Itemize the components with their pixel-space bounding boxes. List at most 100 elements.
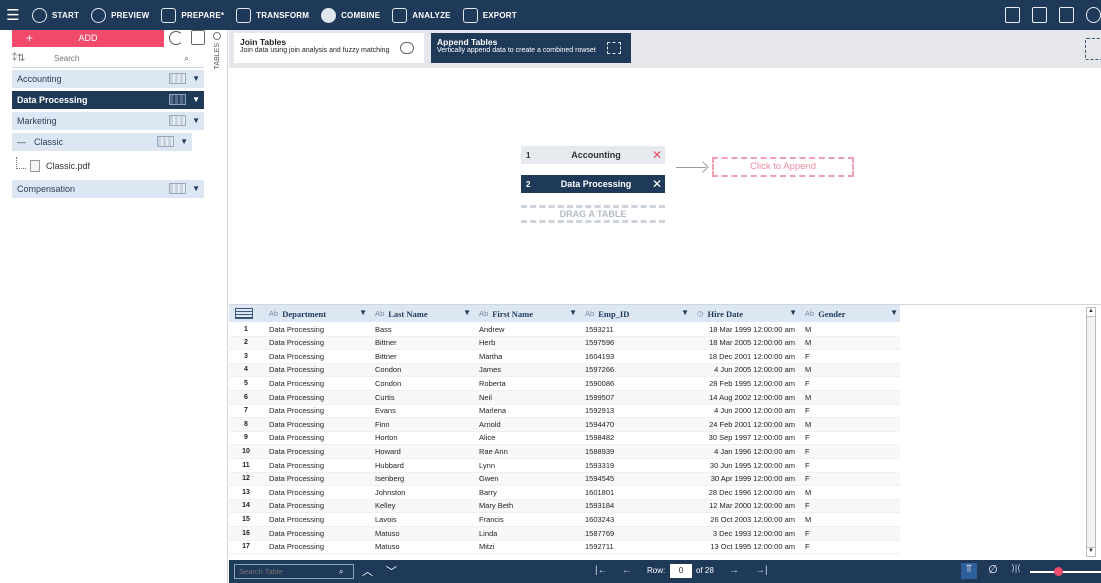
table-cell[interactable]: M (799, 336, 900, 350)
chevron-up-icon[interactable]: ︿ (362, 563, 373, 579)
table-cell[interactable]: 1592913 (579, 404, 691, 418)
table-row[interactable]: 1 Data Processing Bass Andrew 1593211 18 Mar … (229, 323, 900, 337)
chevron-down-icon[interactable]: ▼ (192, 95, 200, 104)
table-cell[interactable]: M (799, 418, 900, 432)
tables-search-input[interactable] (54, 54, 184, 63)
search-icon[interactable]: ⌕ (339, 567, 343, 577)
table-row[interactable]: 15 Data Processing Lavois Francis 1603243 26 … (229, 513, 900, 527)
table-cell[interactable]: Bittner (369, 336, 473, 350)
table-row[interactable]: 13 Data Processing Johnston Barry 1601801 28 … (229, 486, 900, 500)
append-table-1[interactable]: 1 Accounting ✕ (521, 146, 665, 164)
table-cell[interactable]: Data Processing (263, 336, 369, 350)
table-item-compensation[interactable]: Compensation ▼ (12, 180, 204, 198)
table-cell[interactable]: 14 Aug 2002 12:00:00 am (691, 391, 799, 405)
table-cell[interactable]: F (799, 540, 900, 554)
toolbar-export-button[interactable]: EXPORT (457, 0, 523, 30)
table-row[interactable]: 2 Data Processing Bittner Herb 1597596 18 Mar… (229, 336, 900, 351)
table-cell[interactable]: F (799, 472, 900, 486)
tables-tab[interactable]: TABLES (210, 32, 224, 92)
table-cell[interactable]: Herb (473, 336, 579, 350)
table-cell[interactable]: Data Processing (263, 445, 369, 459)
table-grid-icon[interactable] (169, 73, 186, 84)
table-cell[interactable]: 1599507 (579, 391, 691, 405)
collapse-icon[interactable]: — (17, 137, 26, 147)
table-grid-icon[interactable] (169, 115, 186, 126)
append-table-2[interactable]: 2 Data Processing ✕ (521, 175, 665, 193)
table-group-classic[interactable]: — Classic ▼ (12, 133, 192, 151)
table-cell[interactable]: 28 Feb 1995 12:00:00 am (691, 377, 799, 391)
table-cell[interactable]: 3 Dec 1993 12:00:00 am (691, 527, 799, 541)
table-row[interactable]: 11 Data Processing Hubbard Lynn 1593319 30 Ju… (229, 459, 900, 473)
pin-icon[interactable] (213, 32, 221, 40)
table-cell[interactable]: F (799, 377, 900, 391)
table-cell[interactable]: Data Processing (263, 391, 369, 405)
next-row-icon[interactable]: → (729, 565, 739, 576)
table-cell[interactable]: 1594545 (579, 472, 691, 486)
export-settings-icon[interactable] (1059, 7, 1074, 23)
table-cell[interactable]: Marlena (473, 404, 579, 418)
table-cell[interactable]: 1594470 (579, 418, 691, 432)
table-cell[interactable]: 26 Oct 2003 12:00:00 am (691, 513, 799, 527)
table-cell[interactable]: Linda (473, 527, 579, 541)
table-cell[interactable]: F (799, 499, 900, 513)
table-cell[interactable]: 1590086 (579, 377, 691, 391)
zoom-slider[interactable] (1030, 567, 1101, 576)
toolbar-start-button[interactable]: START (26, 0, 85, 30)
table-cell[interactable]: Data Processing (263, 486, 369, 500)
text-height-icon[interactable]: ⫪ (961, 563, 977, 579)
table-cell[interactable]: Hubbard (369, 459, 473, 473)
click-to-append-button[interactable]: Click to Append (712, 157, 854, 177)
table-cell[interactable]: Evans (369, 404, 473, 418)
zoom-slider-knob[interactable] (1054, 567, 1063, 576)
table-cell[interactable]: 1597596 (579, 336, 691, 350)
table-cell[interactable]: Data Processing (263, 499, 369, 513)
column-width-icon[interactable]: ⟩|⟨ (1008, 563, 1024, 579)
table-cell[interactable]: F (799, 350, 900, 364)
table-cell[interactable]: Data Processing (263, 350, 369, 364)
toolbar-combine-button[interactable]: COMBINE (315, 0, 386, 30)
column-header-last-name[interactable]: Ab Last Name ▼ (369, 305, 473, 322)
table-cell[interactable]: Martha (473, 350, 579, 364)
file-item-classic-pdf[interactable]: Classic.pdf (12, 154, 204, 178)
previous-row-icon[interactable]: ← (622, 565, 632, 576)
chevron-down-icon[interactable]: ▼ (192, 74, 200, 83)
table-cell[interactable]: F (799, 445, 900, 459)
column-menu-chevron-icon[interactable]: ▼ (569, 308, 577, 317)
table-cell[interactable]: Data Processing (263, 377, 369, 391)
table-row[interactable]: 7 Data Processing Evans Marlena 1592913 4 Jun… (229, 405, 900, 419)
table-cell[interactable]: Matuso (369, 527, 473, 541)
table-cell[interactable]: Howard (369, 445, 473, 459)
table-grid-icon[interactable] (169, 94, 186, 105)
table-cell[interactable]: James (473, 363, 579, 377)
table-cell[interactable]: F (799, 404, 900, 418)
table-cell[interactable]: 1592711 (579, 540, 691, 554)
table-cell[interactable]: Data Processing (263, 418, 369, 432)
table-row[interactable]: 8 Data Processing Finn Arnold 1594470 24 Feb … (229, 418, 900, 432)
column-header-gender[interactable]: Ab Gender ▼ (799, 305, 900, 322)
table-cell[interactable]: M (799, 486, 900, 500)
table-row[interactable]: 14 Data Processing Kelley Mary Beth 1593184 1… (229, 499, 900, 514)
table-cell[interactable]: Gwen (473, 472, 579, 486)
table-cell[interactable]: 12 Mar 2000 12:00:00 am (691, 499, 799, 513)
toolbar-analyze-button[interactable]: ANALYZE (386, 0, 456, 30)
table-cell[interactable]: Alice (473, 431, 579, 445)
table-cell[interactable]: Lynn (473, 459, 579, 473)
last-row-icon[interactable]: →| (755, 565, 768, 576)
scroll-up-icon[interactable]: ▲ (1087, 308, 1095, 317)
table-cell[interactable]: Data Processing (263, 513, 369, 527)
table-row[interactable]: 5 Data Processing Condon Roberta 1590086 28 F… (229, 377, 900, 391)
table-grid-icon[interactable] (169, 183, 186, 194)
table-cell[interactable]: Condon (369, 377, 473, 391)
table-cell[interactable]: Kelley (369, 499, 473, 513)
table-cell[interactable]: Data Processing (263, 459, 369, 473)
row-number-input[interactable]: 0 (670, 564, 692, 578)
add-button[interactable]: + ADD (12, 30, 164, 47)
table-cell[interactable]: Neil (473, 391, 579, 405)
table-cell[interactable]: 18 Mar 1999 12:00:00 am (691, 323, 799, 337)
table-cell[interactable]: 1588939 (579, 445, 691, 459)
table-cell[interactable]: Data Processing (263, 472, 369, 486)
table-cell[interactable]: Francis (473, 513, 579, 527)
remove-table-icon[interactable]: ✕ (649, 148, 665, 162)
chevron-down-icon[interactable]: ﹀ (386, 563, 397, 579)
chevron-down-icon[interactable]: ▼ (192, 184, 200, 193)
